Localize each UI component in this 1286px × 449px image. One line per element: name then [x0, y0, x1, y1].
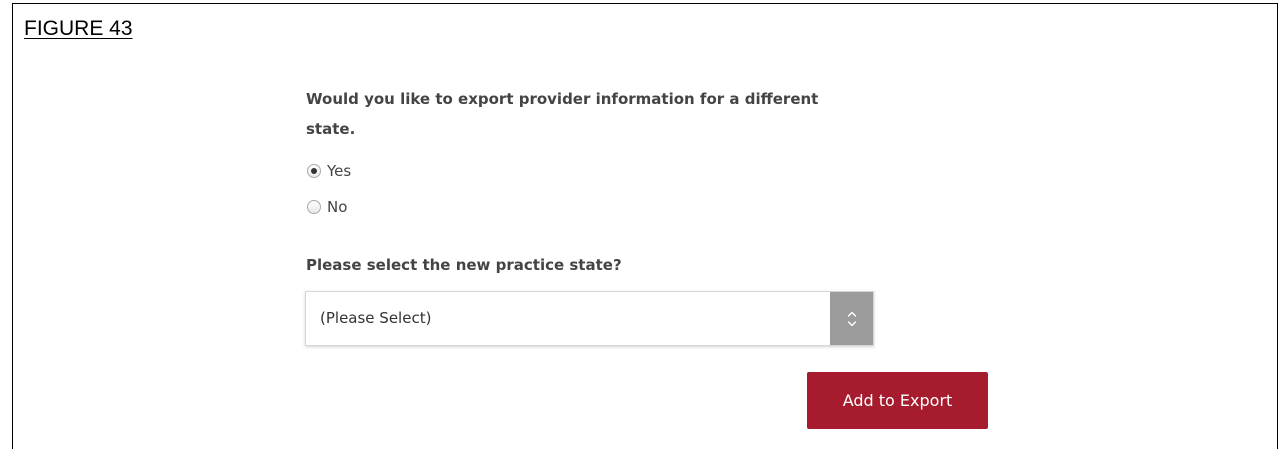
chevron-up-down-icon [847, 311, 856, 326]
state-select[interactable]: (Please Select) [305, 291, 874, 346]
radio-option-no[interactable]: No [307, 196, 347, 218]
radio-button-yes[interactable] [307, 164, 321, 178]
radio-label-yes: Yes [327, 162, 352, 180]
radio-label-no: No [327, 198, 348, 216]
figure-frame-right [1277, 3, 1278, 449]
state-select-label: Please select the new practice state? [306, 256, 622, 274]
figure-frame-left [12, 3, 13, 449]
add-to-export-button[interactable]: Add to Export [807, 372, 988, 429]
export-question: Would you like to export provider inform… [306, 90, 819, 138]
radio-option-yes[interactable]: Yes [307, 160, 351, 182]
radio-button-no[interactable] [307, 200, 321, 214]
state-select-value: (Please Select) [320, 309, 432, 327]
figure-frame-top [12, 3, 1278, 4]
figure-label: FIGURE 43 [24, 17, 133, 40]
radio-selected-dot [311, 168, 317, 174]
select-arrow-button[interactable] [830, 292, 873, 345]
